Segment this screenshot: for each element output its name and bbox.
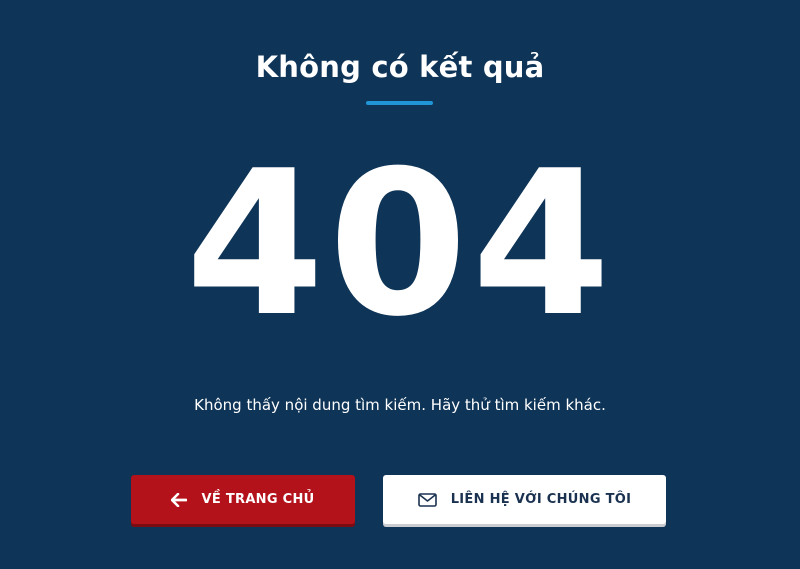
not-found-page: Không có kết quả 404 Không thấy nội dung… (0, 0, 800, 569)
page-title: Không có kết quả (255, 50, 545, 84)
mail-icon (417, 492, 437, 507)
contact-button[interactable]: LIÊN HỆ VỚI CHÚNG TÔI (383, 475, 666, 524)
title-underline (366, 101, 433, 105)
home-button[interactable]: VỀ TRANG CHỦ (131, 475, 355, 524)
arrow-left-icon (171, 492, 188, 507)
home-button-label: VỀ TRANG CHỦ (201, 492, 315, 507)
contact-button-label: LIÊN HỆ VỚI CHÚNG TÔI (450, 492, 632, 507)
error-code: 404 (185, 128, 615, 361)
error-message: Không thấy nội dung tìm kiếm. Hãy thử tì… (194, 396, 606, 414)
